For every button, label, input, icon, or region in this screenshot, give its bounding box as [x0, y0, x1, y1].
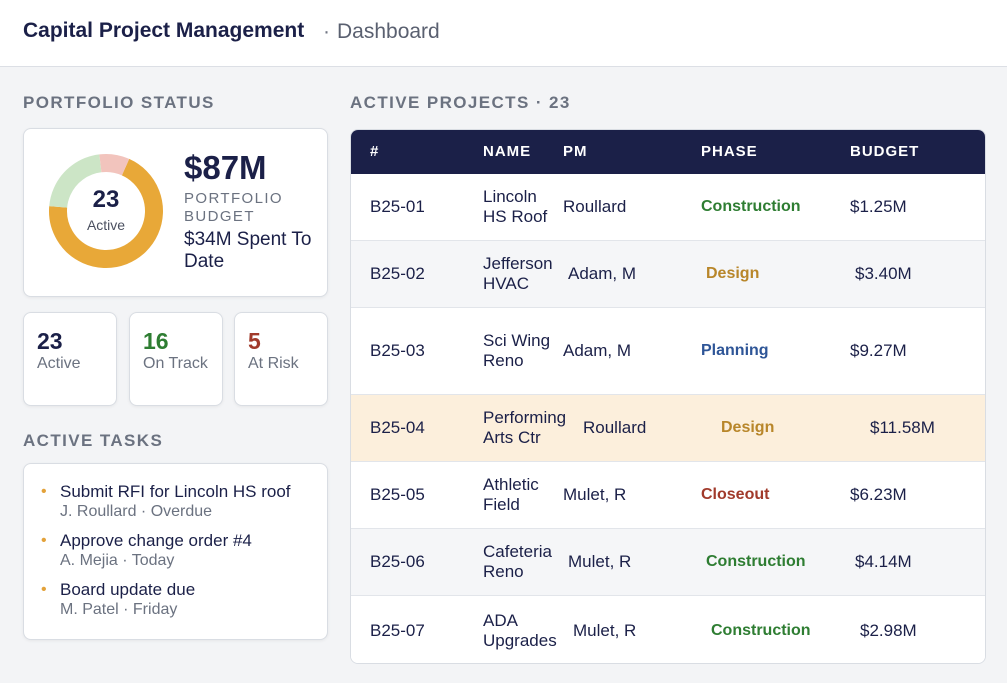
project-phase-badge: Design	[706, 265, 760, 282]
project-budget: $2.98M	[860, 620, 917, 640]
project-budget: $3.40M	[855, 264, 912, 283]
column-header-pm[interactable]: PM	[563, 143, 588, 160]
portfolio-status-card: 23 Active $87M PORTFOLIO BUDGET $34M Spe…	[23, 128, 328, 297]
table-row[interactable]: B25-03 Sci Wing Reno Adam, M Planning $9.27M	[351, 307, 985, 394]
stat-value: 16	[143, 328, 169, 354]
task-bullet: •	[41, 532, 47, 549]
stat-card-at-risk[interactable]: 5 At Risk	[234, 312, 328, 406]
top-bar: Capital Project Management · Dashboard	[0, 0, 1007, 67]
donut-active-label: Active	[86, 217, 126, 233]
project-phase-badge: Design	[721, 419, 775, 436]
portfolio-budget-label: PORTFOLIO BUDGET	[184, 190, 284, 225]
title-separator: ·	[323, 20, 330, 43]
project-budget: $1.25M	[850, 197, 907, 216]
task-title: Approve change order #4	[60, 531, 252, 550]
project-pm: Adam, M	[568, 264, 637, 283]
project-name: Lincoln HS Roof	[483, 187, 548, 226]
projects-table: # NAME PM PHASE BUDGET B25-01 Lincoln HS …	[350, 129, 986, 664]
task-title: Submit RFI for Lincoln HS roof	[60, 482, 291, 501]
project-id: B25-05	[370, 485, 425, 504]
column-header-name[interactable]: NAME	[483, 143, 531, 160]
column-header-budget[interactable]: BUDGET	[850, 143, 919, 160]
stat-card-active[interactable]: 23 Active	[23, 312, 117, 406]
task-meta: J. Roullard · Overdue	[60, 503, 213, 520]
project-pm: Mulet, R	[568, 552, 632, 571]
project-name: Jefferson HVAC	[483, 254, 553, 293]
column-header-id[interactable]: #	[370, 143, 379, 160]
task-item[interactable]: • Approve change order #4 A. Mejia · Today	[41, 531, 330, 580]
project-phase-badge: Construction	[711, 621, 811, 639]
project-name: Sci Wing Reno	[483, 331, 551, 370]
project-name: Athletic Field	[483, 475, 539, 514]
project-id: B25-02	[370, 264, 425, 283]
project-pm: Adam, M	[563, 341, 632, 360]
active-tasks-card: • Submit RFI for Lincoln HS roof J. Roulla…	[23, 463, 328, 640]
project-budget: $11.58M	[870, 418, 935, 437]
table-row[interactable]: B25-02 Jefferson HVAC Adam, M Design $3.40M	[351, 240, 985, 307]
project-name: ADA Upgrades	[483, 610, 557, 650]
task-meta: A. Mejia · Today	[60, 552, 175, 569]
app-title: Capital Project Management	[23, 19, 305, 42]
project-budget: $4.14M	[855, 552, 912, 571]
project-pm: Roullard	[563, 197, 627, 216]
stat-label: At Risk	[248, 355, 299, 372]
project-id: B25-07	[370, 620, 425, 640]
project-budget: $9.27M	[850, 341, 907, 360]
project-id: B25-03	[370, 341, 425, 360]
portfolio-status-heading: PORTFOLIO STATUS	[23, 93, 215, 112]
task-item[interactable]: • Board update due M. Patel · Friday	[41, 580, 330, 629]
task-meta: M. Patel · Friday	[60, 601, 178, 618]
project-id: B25-04	[370, 418, 425, 437]
table-row[interactable]: B25-04 Performing Arts Ctr Roullard Design $…	[351, 394, 985, 461]
table-row[interactable]: B25-05 Athletic Field Mulet, R Closeout $6.2…	[351, 461, 985, 528]
task-title: Board update due	[60, 580, 196, 599]
project-phase-badge: Planning	[701, 342, 769, 359]
donut-active-count: 23	[92, 186, 120, 213]
portfolio-budget-amount: $87M	[184, 149, 267, 186]
portfolio-donut-chart: 23 Active	[46, 151, 166, 271]
task-item[interactable]: • Submit RFI for Lincoln HS roof J. Roulla…	[41, 482, 330, 531]
project-id: B25-06	[370, 552, 425, 571]
project-pm: Mulet, R	[563, 485, 627, 504]
task-bullet: •	[41, 581, 47, 598]
project-pm: Mulet, R	[573, 620, 637, 640]
stat-label: Active	[37, 355, 81, 372]
project-phase-badge: Construction	[706, 553, 806, 570]
page-title: Dashboard	[337, 20, 440, 43]
project-budget: $6.23M	[850, 485, 907, 504]
table-header: # NAME PM PHASE BUDGET	[351, 130, 985, 174]
active-tasks-heading: ACTIVE TASKS	[23, 431, 164, 450]
column-header-phase[interactable]: PHASE	[701, 143, 758, 160]
stat-value: 23	[37, 328, 63, 354]
project-id: B25-01	[370, 197, 425, 216]
active-projects-heading: ACTIVE PROJECTS · 23	[350, 93, 571, 112]
stat-label: On Track	[143, 355, 208, 372]
project-phase-badge: Closeout	[701, 486, 770, 503]
project-pm: Roullard	[583, 418, 647, 437]
project-phase-badge: Construction	[701, 198, 801, 215]
stat-value: 5	[248, 328, 261, 354]
table-row[interactable]: B25-01 Lincoln HS Roof Roullard Constructio…	[351, 174, 985, 240]
task-bullet: •	[41, 483, 47, 500]
stat-card-on-track[interactable]: 16 On Track	[129, 312, 223, 406]
table-row[interactable]: B25-06 Cafeteria Reno Mulet, R Construction…	[351, 528, 985, 595]
task-list: • Submit RFI for Lincoln HS roof J. Roulla…	[41, 482, 330, 629]
project-name: Performing Arts Ctr	[483, 408, 567, 447]
project-name: Cafeteria Reno	[483, 542, 552, 581]
table-row[interactable]: B25-07 ADA Upgrades Mulet, R Construction $2…	[351, 595, 985, 663]
portfolio-spent-to-date: $34M Spent To Date	[184, 229, 312, 272]
